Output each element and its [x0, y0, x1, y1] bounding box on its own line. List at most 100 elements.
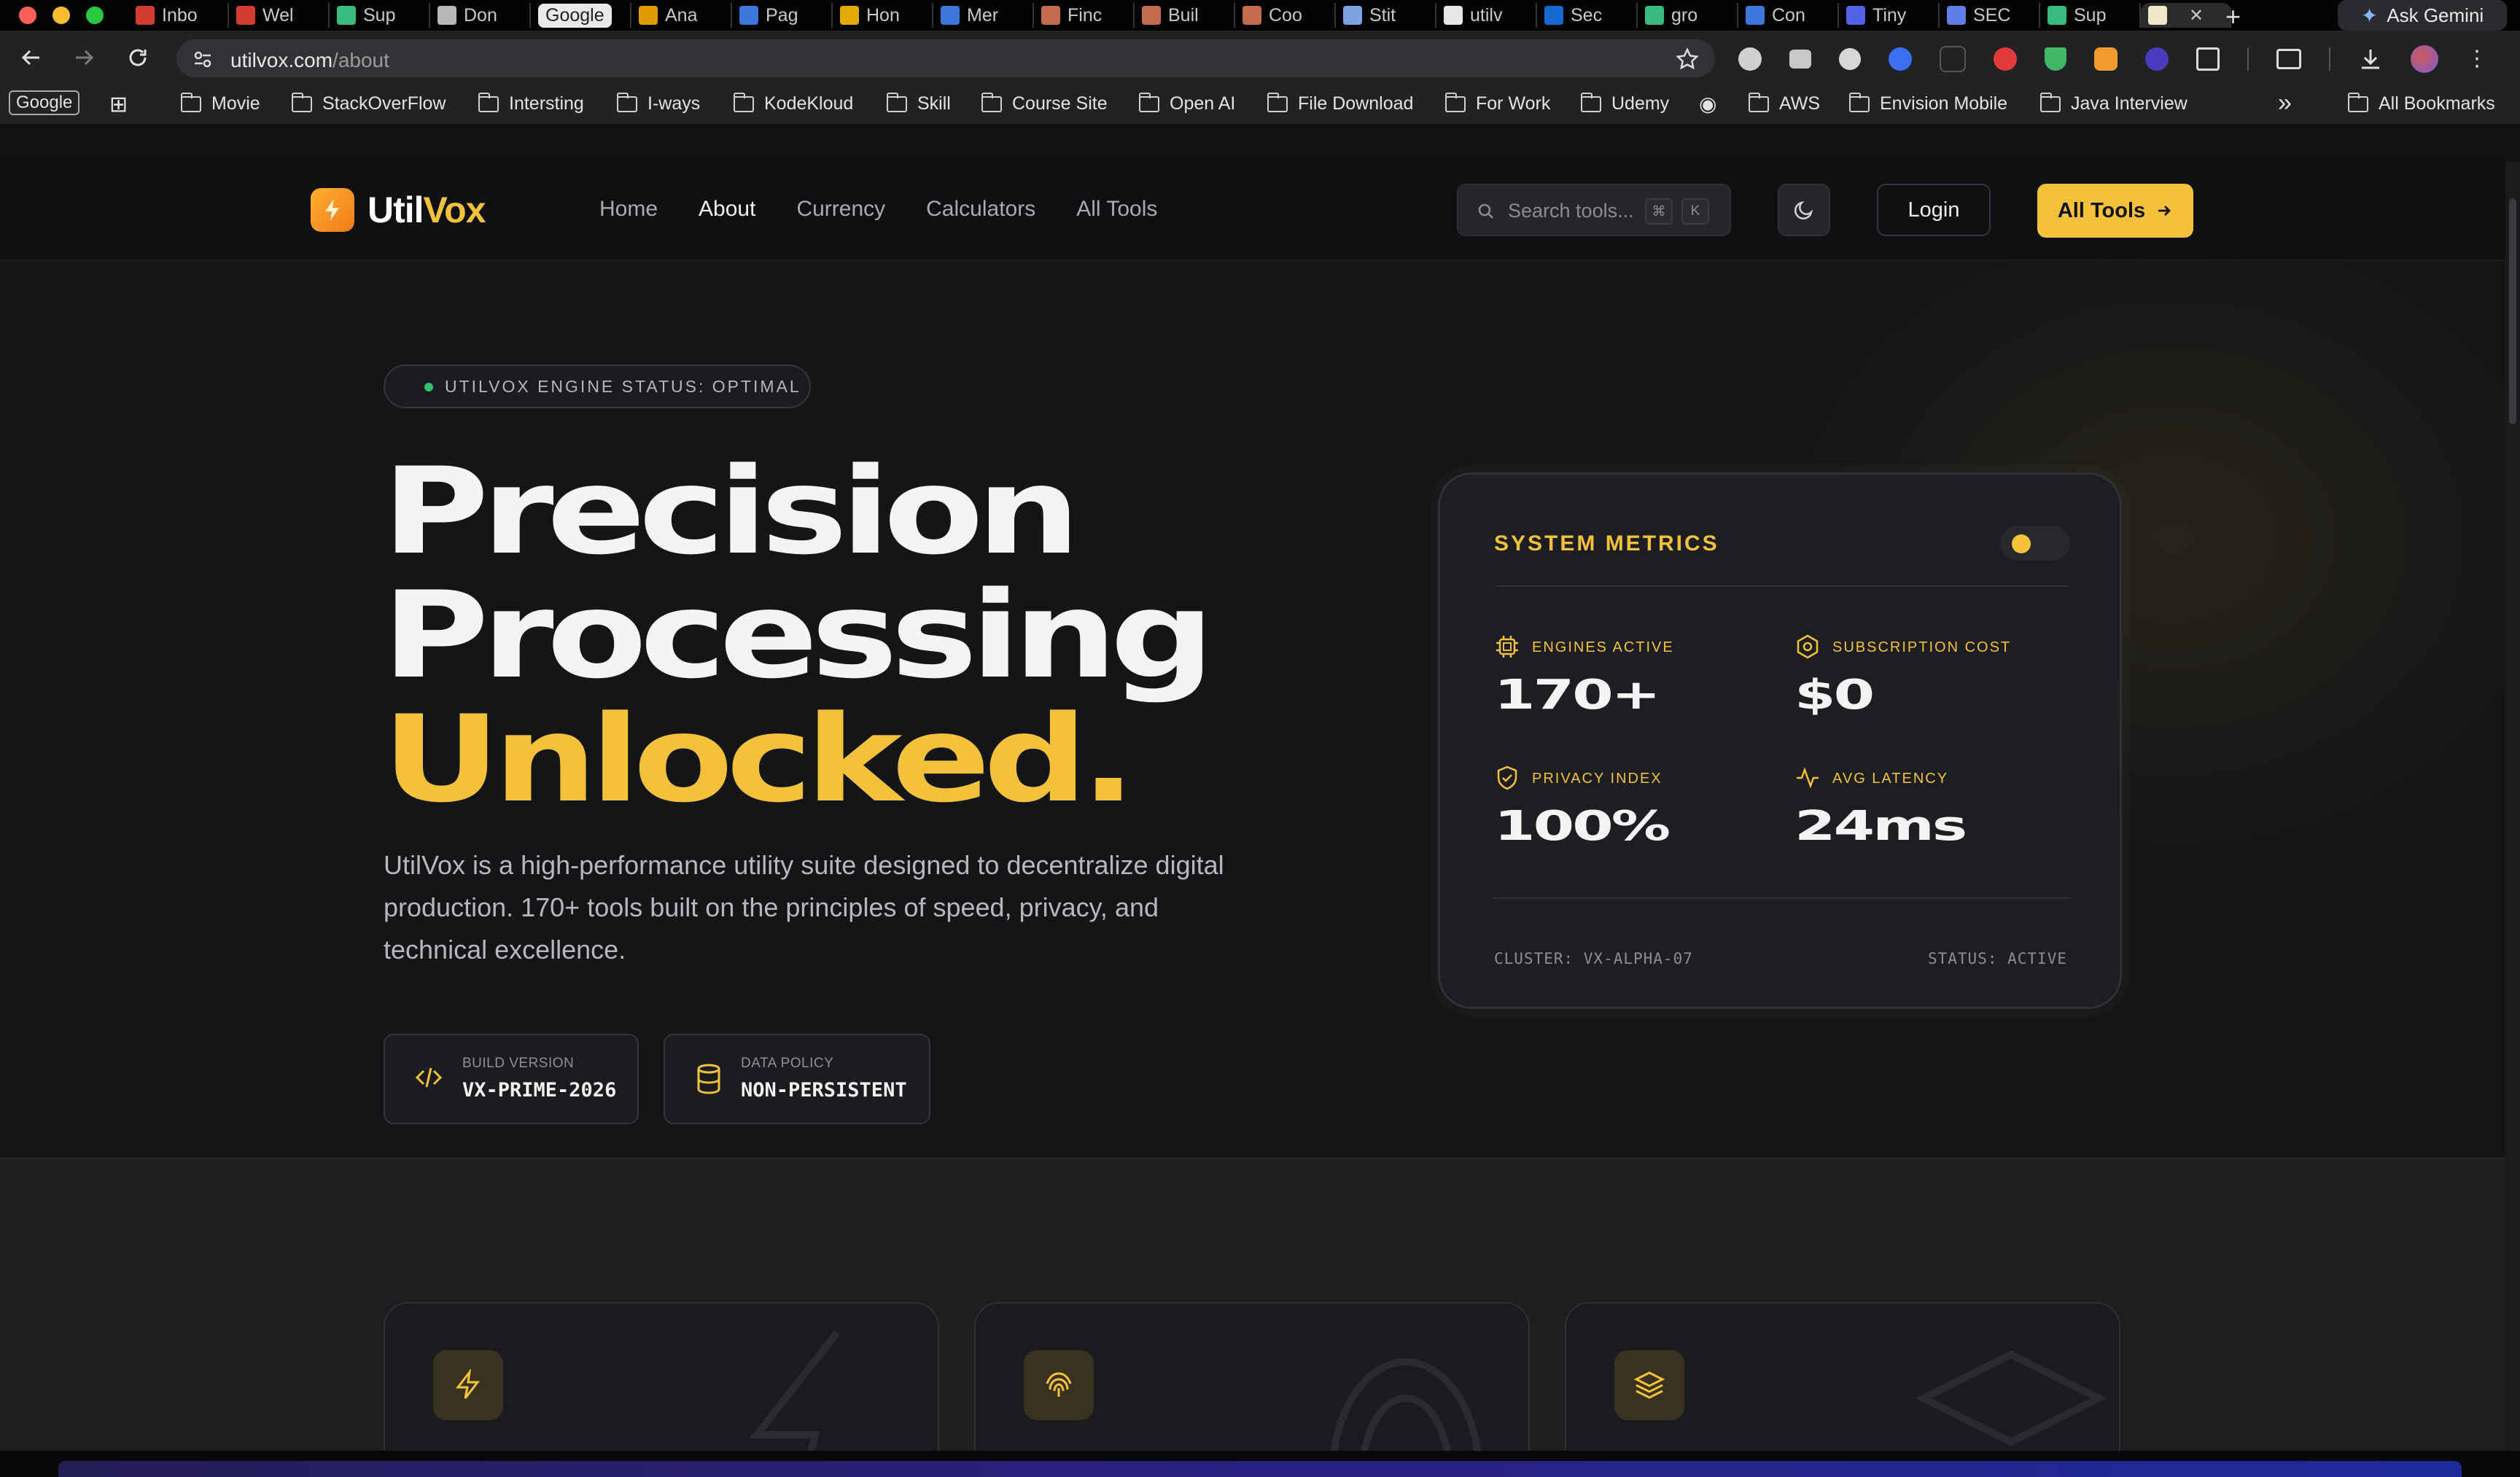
- browser-tab[interactable]: utilv: [1436, 3, 1537, 28]
- bookmark-star-icon[interactable]: [1676, 47, 1699, 71]
- tab-label: Mer: [967, 4, 999, 26]
- hero-headline-line-3: Unlocked.: [382, 690, 1136, 829]
- more-bookmarks-button[interactable]: »: [2278, 89, 2292, 117]
- bolt-logo-icon: [311, 188, 354, 232]
- browser-tab[interactable]: Sec: [1537, 3, 1638, 28]
- reading-mode-icon[interactable]: [2276, 49, 2301, 69]
- bookmark-i-ways[interactable]: I-ways: [617, 92, 700, 114]
- back-icon[interactable]: [20, 47, 42, 69]
- browser-tab[interactable]: Ana: [631, 3, 732, 28]
- folder-icon: [478, 92, 499, 112]
- feature-card-privacy[interactable]: [974, 1302, 1530, 1451]
- bookmark-udemy[interactable]: Udemy: [1581, 92, 1669, 114]
- address-bar[interactable]: utilvox.com/about: [176, 39, 1715, 77]
- tab-label: SEC: [1973, 4, 2011, 26]
- forward-icon[interactable]: [73, 47, 95, 69]
- minimize-window-button[interactable]: [52, 7, 70, 24]
- theme-toggle-button[interactable]: [1778, 184, 1830, 236]
- browser-tab[interactable]: Stit: [1336, 3, 1436, 28]
- search-tools-input[interactable]: Search tools... ⌘ K: [1457, 184, 1731, 236]
- browser-tab[interactable]: Don: [430, 3, 531, 28]
- chrome-menu-icon[interactable]: ⋮: [2466, 48, 2488, 70]
- nav-about[interactable]: About: [699, 197, 755, 222]
- browser-tab[interactable]: Inbo: [128, 3, 229, 28]
- browser-tab[interactable]: SEC: [1940, 3, 2040, 28]
- bookmark-stackoverflow[interactable]: StackOverFlow: [292, 92, 446, 114]
- bookmark-kodekloud[interactable]: KodeKloud: [734, 92, 853, 114]
- bookmark-envision-mobile[interactable]: Envision Mobile: [1849, 92, 2007, 114]
- ask-gemini-button[interactable]: ✦ Ask Gemini: [2338, 0, 2507, 31]
- purple-extension-icon[interactable]: [2145, 47, 2169, 71]
- bookmark-intersting[interactable]: Intersting: [478, 92, 584, 114]
- feature-card-layers[interactable]: [1565, 1302, 2120, 1451]
- tab-label: Sec: [1571, 4, 1603, 26]
- browser-tab[interactable]: Con: [1738, 3, 1839, 28]
- mask-extension-icon[interactable]: [1839, 48, 1861, 70]
- bookmark-google[interactable]: Google: [9, 90, 80, 115]
- sg-extension-icon[interactable]: [1940, 46, 1966, 72]
- tab-label: Stit: [1369, 4, 1396, 26]
- close-tab-icon[interactable]: ✕: [2189, 5, 2204, 26]
- scrollbar-thumb[interactable]: [2509, 198, 2516, 424]
- pagespeed-icon: [739, 6, 758, 25]
- nav-calculators[interactable]: Calculators: [926, 197, 1035, 222]
- feature-card-speed[interactable]: [384, 1302, 939, 1451]
- gmail-icon: [136, 6, 155, 25]
- puzzle-extensions-icon[interactable]: [2196, 47, 2220, 71]
- all-tools-button[interactable]: All Tools: [2037, 184, 2193, 238]
- globe-icon[interactable]: ◉: [1699, 92, 1716, 116]
- bookmark-aws[interactable]: AWS: [1749, 92, 1820, 114]
- browser-tab[interactable]: Sup: [2040, 3, 2141, 28]
- apps-grid-icon[interactable]: ⊞: [109, 92, 128, 117]
- tab-label: Wel: [262, 4, 294, 26]
- browser-tab[interactable]: Mer: [933, 3, 1034, 28]
- login-button[interactable]: Login: [1877, 184, 1991, 236]
- bookmark-movie[interactable]: Movie: [181, 92, 260, 114]
- hero-headline-line-1: Precision: [382, 442, 1081, 581]
- supabase-icon: [337, 6, 356, 25]
- site-settings-icon[interactable]: [192, 49, 213, 69]
- profile-avatar[interactable]: [2411, 45, 2438, 73]
- activity-pulse-icon: [1797, 767, 1819, 789]
- folder-icon: [292, 92, 312, 112]
- bookmark-for-work[interactable]: For Work: [1445, 92, 1550, 114]
- browser-tab[interactable]: Tiny: [1839, 3, 1940, 28]
- download-icon[interactable]: [2358, 47, 2383, 71]
- browser-tab[interactable]: Coo: [1235, 3, 1336, 28]
- active-browser-tab[interactable]: ✕: [2141, 3, 2231, 28]
- browser-tab[interactable]: gro: [1638, 3, 1738, 28]
- page-scrollbar[interactable]: [2505, 162, 2520, 1451]
- orange-extension-icon[interactable]: [2094, 47, 2118, 71]
- tab-label: Inbo: [162, 4, 198, 26]
- merchant-icon: [941, 6, 960, 25]
- browser-tab[interactable]: Pag: [732, 3, 833, 28]
- browser-tab[interactable]: Finc: [1034, 3, 1135, 28]
- red-extension-icon[interactable]: [1994, 47, 2017, 71]
- bookmark-open-ai[interactable]: Open AI: [1139, 92, 1235, 114]
- cluster-id: CLUSTER: VX-ALPHA-07: [1494, 950, 1693, 967]
- camera-extension-icon[interactable]: [1789, 50, 1811, 69]
- all-bookmarks[interactable]: All Bookmarks: [2348, 92, 2495, 114]
- ask-gemini-label: Ask Gemini: [2387, 4, 2484, 26]
- close-window-button[interactable]: [19, 7, 36, 24]
- bookmark-file-download[interactable]: File Download: [1267, 92, 1413, 114]
- shield-extension-icon[interactable]: [2045, 47, 2066, 71]
- reload-icon[interactable]: [127, 47, 149, 69]
- browser-tab[interactable]: Wel: [229, 3, 330, 28]
- new-tab-button[interactable]: +: [2225, 1, 2241, 32]
- browser-tab[interactable]: Buil: [1135, 3, 1235, 28]
- nav-home[interactable]: Home: [599, 197, 658, 222]
- bookmark-skill[interactable]: Skill: [887, 92, 951, 114]
- site-logo[interactable]: UtilVox: [311, 188, 486, 232]
- blue-circle-extension-icon[interactable]: [1889, 47, 1912, 71]
- browser-tab[interactable]: Hon: [833, 3, 933, 28]
- metrics-toggle-switch[interactable]: [2000, 526, 2070, 561]
- bookmark-java-interview[interactable]: Java Interview: [2040, 92, 2188, 114]
- browser-tab[interactable]: Sup: [330, 3, 430, 28]
- bookmark-course-site[interactable]: Course Site: [981, 92, 1108, 114]
- glasses-extension-icon[interactable]: [1738, 47, 1762, 71]
- maximize-window-button[interactable]: [86, 7, 104, 24]
- nav-all-tools[interactable]: All Tools: [1076, 197, 1157, 222]
- browser-tab[interactable]: Google: [531, 3, 631, 28]
- nav-currency[interactable]: Currency: [796, 197, 885, 222]
